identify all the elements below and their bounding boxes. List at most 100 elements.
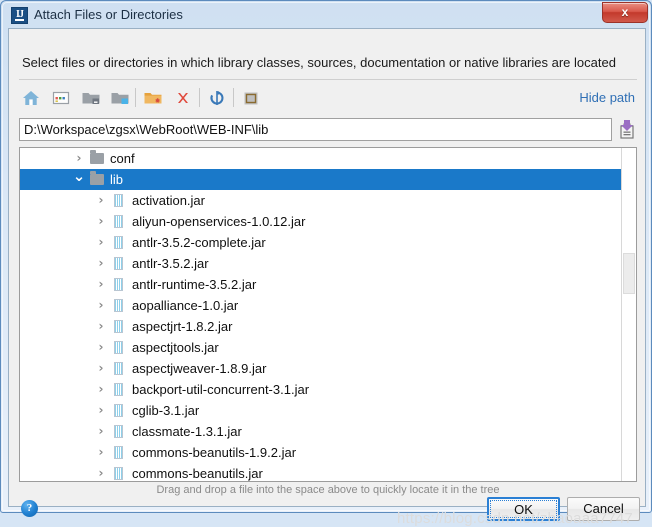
tree-row-label: conf bbox=[110, 151, 135, 166]
jar-file-icon bbox=[112, 278, 126, 291]
title-bar[interactable]: IJ Attach Files or Directories x bbox=[1, 1, 652, 31]
hide-path-link[interactable]: Hide path bbox=[579, 90, 635, 105]
separator bbox=[19, 79, 637, 80]
paste-icon[interactable] bbox=[617, 119, 637, 140]
show-hidden-icon[interactable] bbox=[239, 86, 263, 110]
tree-row[interactable]: › antlr-3.5.2.jar bbox=[20, 253, 623, 274]
desktop-icon[interactable] bbox=[49, 86, 73, 110]
jar-glyph bbox=[114, 215, 123, 228]
chevron-right-icon[interactable]: › bbox=[94, 211, 108, 232]
chevron-right-icon[interactable]: › bbox=[94, 295, 108, 316]
tree-scrollbar-thumb[interactable] bbox=[623, 253, 635, 294]
toolbar-divider bbox=[233, 88, 234, 107]
chevron-right-icon[interactable]: › bbox=[94, 442, 108, 463]
close-icon[interactable]: x bbox=[602, 2, 648, 23]
tree-row[interactable]: › commons-beanutils.jar bbox=[20, 463, 623, 481]
tree-row-label: lib bbox=[110, 172, 124, 187]
tree-row-label: cglib-3.1.jar bbox=[132, 403, 200, 418]
jar-file-icon bbox=[112, 425, 126, 438]
tree-row[interactable]: › conf bbox=[20, 148, 623, 169]
refresh-icon[interactable] bbox=[205, 86, 229, 110]
chevron-right-icon[interactable]: › bbox=[94, 316, 108, 337]
intellij-idea-icon: IJ bbox=[11, 7, 28, 24]
new-folder-icon[interactable] bbox=[141, 86, 165, 110]
toolbar-divider bbox=[199, 88, 200, 107]
help-icon[interactable]: ? bbox=[21, 500, 38, 517]
chevron-right-icon[interactable]: › bbox=[72, 148, 86, 169]
tree-row-label: antlr-3.5.2-complete.jar bbox=[132, 235, 266, 250]
module-folder-icon[interactable] bbox=[108, 86, 132, 110]
jar-file-icon bbox=[112, 404, 126, 417]
tree-row[interactable]: › classmate-1.3.1.jar bbox=[20, 421, 623, 442]
jar-file-icon bbox=[112, 194, 126, 207]
tree-row-label: backport-util-concurrent-3.1.jar bbox=[132, 382, 310, 397]
toolbar-divider bbox=[135, 88, 136, 107]
chevron-right-icon[interactable]: › bbox=[94, 400, 108, 421]
jar-file-icon bbox=[112, 299, 126, 312]
tree-row[interactable]: › backport-util-concurrent-3.1.jar bbox=[20, 379, 623, 400]
chevron-right-icon[interactable]: › bbox=[94, 190, 108, 211]
ok-button[interactable]: OK bbox=[487, 497, 560, 521]
chevron-right-icon[interactable]: › bbox=[94, 421, 108, 442]
tree-row-label: aliyun-openservices-1.0.12.jar bbox=[132, 214, 306, 229]
tree-row[interactable]: › aspectjtools.jar bbox=[20, 337, 623, 358]
folder-glyph bbox=[90, 150, 104, 164]
path-input[interactable] bbox=[19, 118, 612, 141]
tree-row[interactable]: › aopalliance-1.0.jar bbox=[20, 295, 623, 316]
chevron-right-icon[interactable]: › bbox=[94, 379, 108, 400]
jar-file-icon bbox=[112, 341, 126, 354]
tree-row[interactable]: ⌄ lib bbox=[20, 169, 623, 190]
tree-row-label: antlr-runtime-3.5.2.jar bbox=[132, 277, 257, 292]
tree-row-label: aopalliance-1.0.jar bbox=[132, 298, 239, 313]
tree-row-label: aspectjtools.jar bbox=[132, 340, 219, 355]
jar-glyph bbox=[114, 278, 123, 291]
jar-glyph bbox=[114, 299, 123, 312]
jar-glyph bbox=[114, 320, 123, 333]
file-tree-rows: › conf ⌄ lib › activation.jar › aliyun-openserv… bbox=[20, 148, 623, 481]
folder-icon bbox=[90, 171, 104, 186]
dialog-window: IJ Attach Files or Directories x Select … bbox=[0, 0, 652, 527]
tree-row[interactable]: › antlr-3.5.2-complete.jar bbox=[20, 232, 623, 253]
jar-glyph bbox=[114, 194, 123, 207]
tree-row-label: aspectjweaver-1.8.9.jar bbox=[132, 361, 267, 376]
tree-row[interactable]: › aliyun-openservices-1.0.12.jar bbox=[20, 211, 623, 232]
tree-row-label: commons-beanutils.jar bbox=[132, 466, 263, 481]
chevron-right-icon[interactable]: › bbox=[94, 274, 108, 295]
file-tree-panel[interactable]: › conf ⌄ lib › activation.jar › aliyun-openserv… bbox=[19, 147, 637, 482]
tree-row[interactable]: › activation.jar bbox=[20, 190, 623, 211]
tree-row[interactable]: › aspectjweaver-1.8.9.jar bbox=[20, 358, 623, 379]
chevron-right-icon[interactable]: › bbox=[94, 358, 108, 379]
jar-file-icon bbox=[112, 257, 126, 270]
jar-file-icon bbox=[112, 383, 126, 396]
tree-row[interactable]: › cglib-3.1.jar bbox=[20, 400, 623, 421]
tree-row[interactable]: › commons-beanutils-1.9.2.jar bbox=[20, 442, 623, 463]
project-folder-icon[interactable] bbox=[79, 86, 103, 110]
folder-icon bbox=[90, 150, 104, 165]
jar-file-icon bbox=[112, 467, 126, 480]
chevron-right-icon[interactable]: › bbox=[94, 337, 108, 358]
drag-drop-hint: Drag and drop a file into the space abov… bbox=[156, 484, 500, 496]
toolbar: Hide path bbox=[19, 84, 637, 112]
chevron-right-icon[interactable]: › bbox=[94, 253, 108, 274]
chevron-right-icon[interactable]: › bbox=[94, 463, 108, 481]
jar-file-icon bbox=[112, 320, 126, 333]
tree-vertical-scrollbar[interactable] bbox=[621, 148, 636, 481]
chevron-right-icon[interactable]: › bbox=[94, 232, 108, 253]
chevron-down-icon[interactable]: ⌄ bbox=[72, 169, 86, 190]
cancel-button[interactable]: Cancel bbox=[567, 497, 640, 521]
jar-file-icon bbox=[112, 236, 126, 249]
tree-row[interactable]: › antlr-runtime-3.5.2.jar bbox=[20, 274, 623, 295]
tree-row-label: commons-beanutils-1.9.2.jar bbox=[132, 445, 297, 460]
jar-glyph bbox=[114, 257, 123, 270]
tree-row-label: activation.jar bbox=[132, 193, 205, 208]
jar-file-icon bbox=[112, 215, 126, 228]
tree-row[interactable]: › aspectjrt-1.8.2.jar bbox=[20, 316, 623, 337]
jar-file-icon bbox=[112, 446, 126, 459]
jar-file-icon bbox=[112, 362, 126, 375]
folder-glyph bbox=[90, 171, 104, 185]
dialog-client-area: Select files or directories in which lib… bbox=[8, 28, 646, 527]
tree-row-label: aspectjrt-1.8.2.jar bbox=[132, 319, 233, 334]
home-icon[interactable] bbox=[19, 86, 43, 110]
delete-icon[interactable] bbox=[171, 86, 195, 110]
jar-glyph bbox=[114, 404, 123, 417]
